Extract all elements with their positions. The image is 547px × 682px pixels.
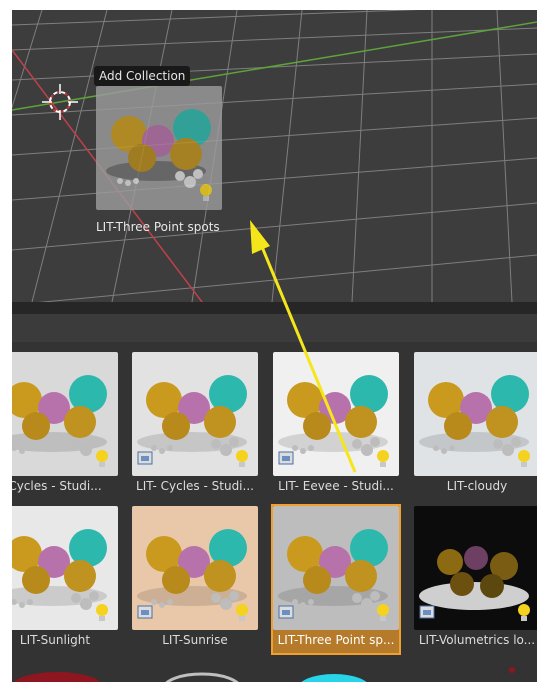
collection-icon: [137, 605, 153, 619]
asset-tile[interactable]: LIT-Sunlight: [12, 506, 118, 653]
asset-thumbnail: [132, 506, 258, 630]
asset-tile[interactable]: LIT-cloudy: [414, 352, 537, 499]
collection-icon: [278, 451, 294, 465]
collection-icon: [419, 605, 435, 619]
asset-thumbnail: [414, 352, 537, 476]
asset-tile[interactable]: LIT-Sunrise: [132, 506, 258, 653]
collection-icon: [278, 605, 294, 619]
asset-thumbnail: [273, 506, 399, 630]
asset-tile[interactable]: LIT- Eevee - Studi...: [273, 352, 399, 499]
collection-icon: [137, 451, 153, 465]
add-collection-tooltip: Add Collection: [94, 66, 191, 86]
viewport-grid: [12, 10, 537, 302]
3d-viewport[interactable]: Add Collection LIT-Three Point spots: [12, 10, 537, 302]
asset-label: LIT-Three Point sp...: [277, 633, 395, 647]
asset-browser[interactable]: Cycles - Studi... LIT- Cycles - Studi... L…: [12, 314, 537, 682]
3d-cursor-icon: [42, 84, 78, 120]
asset-label: LIT- Eevee - Studi...: [278, 479, 394, 493]
asset-thumbnail: [12, 506, 118, 630]
asset-thumbnail: [414, 506, 537, 630]
asset-label: LIT-Sunrise: [162, 633, 228, 647]
asset-tile[interactable]: LIT-Volumetrics lo...: [414, 506, 537, 653]
asset-label: LIT-cloudy: [446, 479, 508, 493]
area-separator[interactable]: [12, 302, 537, 314]
dragged-asset-label: LIT-Three Point spots: [96, 220, 220, 234]
asset-thumbnail: [273, 352, 399, 476]
asset-thumbnail: [12, 352, 118, 476]
asset-tile[interactable]: Cycles - Studi...: [12, 352, 118, 499]
asset-label: Cycles - Studi...: [12, 479, 102, 493]
asset-row-partial: [13, 667, 515, 682]
asset-label: LIT-Sunlight: [19, 633, 91, 647]
y-axis-line: [12, 21, 537, 111]
asset-label: LIT- Cycles - Studi...: [136, 479, 254, 493]
dragged-asset-preview: [96, 86, 222, 210]
blender-window: Add Collection LIT-Three Point spots Cyc…: [12, 10, 537, 682]
asset-thumbnail: [132, 352, 258, 476]
asset-label: LIT-Volumetrics lo...: [418, 633, 536, 647]
asset-browser-header: [12, 314, 537, 342]
asset-tile[interactable]: LIT-Three Point sp...: [271, 504, 401, 655]
asset-tile[interactable]: LIT- Cycles - Studi...: [132, 352, 258, 499]
